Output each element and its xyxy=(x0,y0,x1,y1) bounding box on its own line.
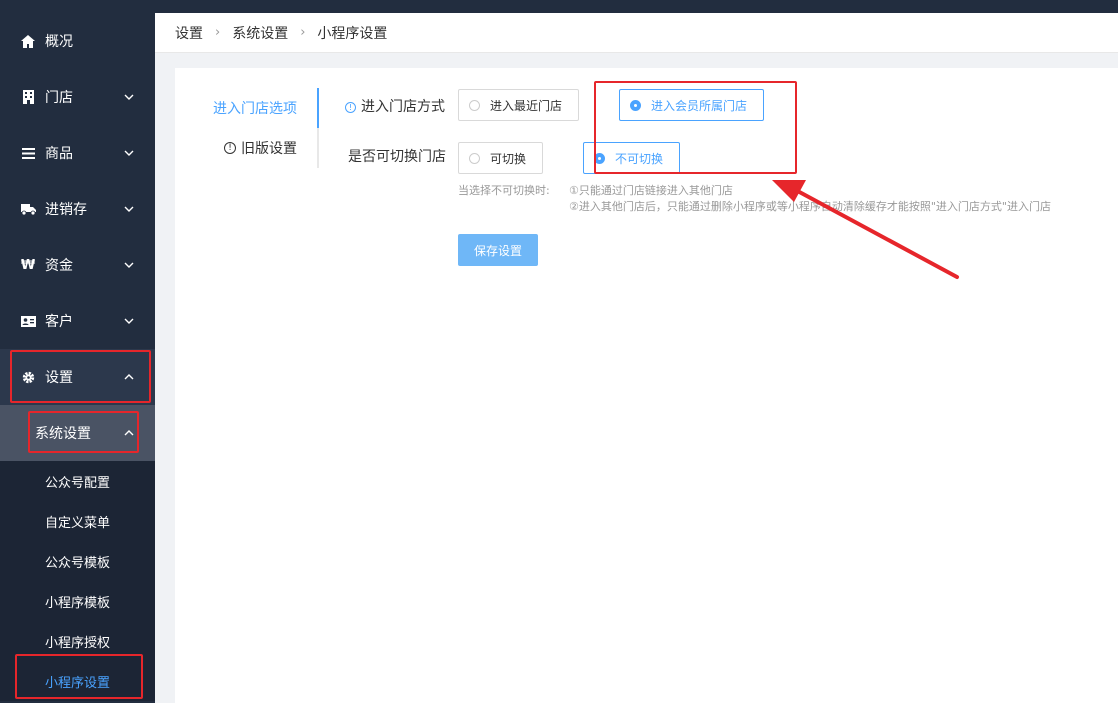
breadcrumb-item[interactable]: 系统设置 xyxy=(232,23,288,43)
radio-circle-checked xyxy=(594,152,605,164)
hint-prefix: 当选择不可切换时: xyxy=(458,184,550,197)
chevron-right-icon: › xyxy=(215,25,221,40)
enter-store-row: ! 进入门店方式 xyxy=(345,96,445,116)
info-icon: ! xyxy=(345,101,356,113)
radio-enter-nearest-store[interactable]: 进入最近门店 xyxy=(458,89,579,121)
radio-circle xyxy=(469,99,480,111)
chevron-down-icon xyxy=(124,318,134,324)
chevron-up-icon xyxy=(124,430,134,436)
enter-store-label: ! 进入门店方式 xyxy=(345,96,445,116)
breadcrumb-item-current: 小程序设置 xyxy=(317,25,388,42)
sidebar-item-label: 进销存 xyxy=(45,202,87,218)
submenu-item-miniprogram-template[interactable]: 小程序模板 xyxy=(0,581,155,621)
breadcrumb: 设置 › 系统设置 › 小程序设置 xyxy=(155,13,1118,53)
radio-enter-member-store[interactable]: 进入会员所属门店 xyxy=(619,89,764,121)
submenu-label: 系统设置 xyxy=(35,426,91,442)
radio-circle-checked xyxy=(630,99,641,111)
info-icon: ! xyxy=(224,142,236,154)
chevron-right-icon: › xyxy=(300,25,306,40)
submenu-item-official-template[interactable]: 公众号模板 xyxy=(0,541,155,581)
radio-circle xyxy=(469,152,480,164)
chevron-down-icon xyxy=(124,206,134,212)
sidebar-item-label: 设置 xyxy=(45,370,73,386)
hint-line: ①只能通过门店链接进入其他门店 xyxy=(569,184,733,197)
sidebar-item-label: 资金 xyxy=(45,258,73,274)
sidebar-item-funds[interactable]: ₩ 资金 xyxy=(0,237,155,293)
hint-line: ②进入其他门店后，只能通过删除小程序或等小程序自动清除缓存才能按照"进入门店方式… xyxy=(569,200,1051,213)
chevron-down-icon xyxy=(124,262,134,268)
sidebar-item-overview[interactable]: 概况 xyxy=(0,13,155,69)
top-bar xyxy=(0,0,1118,13)
id-card-icon xyxy=(20,313,36,329)
submenu-list: 公众号配置 自定义菜单 公众号模板 小程序模板 小程序授权 小程序设置 xyxy=(0,461,155,701)
settings-panel: 进入门店选项 ! 旧版设置 ! 进入门店方式 进入最近门店 进入会员所属门店 是否… xyxy=(175,68,1118,703)
home-icon xyxy=(20,33,36,49)
submenu-item-miniprogram-auth[interactable]: 小程序授权 xyxy=(0,621,155,661)
sidebar: 概况 门店 商品 进销存 ₩ 资金 客户 设置 系统设置 公众号配置 自定义菜单… xyxy=(0,13,155,703)
tab-label: 旧版设置 xyxy=(241,141,297,157)
submenu-item-official-config[interactable]: 公众号配置 xyxy=(0,461,155,501)
sidebar-item-inventory[interactable]: 进销存 xyxy=(0,181,155,237)
chevron-up-icon xyxy=(124,374,134,380)
save-settings-button[interactable]: 保存设置 xyxy=(458,234,538,266)
submenu-item-miniprogram-settings[interactable]: 小程序设置 xyxy=(0,661,155,701)
settings-tabs: 进入门店选项 ! 旧版设置 xyxy=(175,88,319,168)
sidebar-item-settings[interactable]: 设置 xyxy=(0,349,155,405)
tab-legacy-settings[interactable]: ! 旧版设置 xyxy=(175,128,319,168)
radio-not-switchable[interactable]: 不可切换 xyxy=(583,142,680,174)
sidebar-item-goods[interactable]: 商品 xyxy=(0,125,155,181)
chevron-down-icon xyxy=(124,94,134,100)
sidebar-submenu-system-settings[interactable]: 系统设置 xyxy=(0,405,155,461)
sidebar-item-label: 门店 xyxy=(45,90,73,106)
tab-enter-store-options[interactable]: 进入门店选项 xyxy=(175,88,319,128)
sidebar-item-label: 概况 xyxy=(45,34,73,50)
sidebar-item-label: 客户 xyxy=(45,314,73,330)
won-icon: ₩ xyxy=(20,257,36,273)
sidebar-item-label: 商品 xyxy=(45,146,73,162)
truck-icon xyxy=(20,201,36,217)
breadcrumb-item[interactable]: 设置 xyxy=(175,23,203,43)
sidebar-item-store[interactable]: 门店 xyxy=(0,69,155,125)
store-icon xyxy=(20,89,36,105)
sidebar-item-customer[interactable]: 客户 xyxy=(0,293,155,349)
switch-store-label: 是否可切换门店 xyxy=(348,149,446,165)
list-icon xyxy=(20,145,36,161)
chevron-down-icon xyxy=(124,150,134,156)
radio-switchable[interactable]: 可切换 xyxy=(458,142,543,174)
submenu-item-custom-menu[interactable]: 自定义菜单 xyxy=(0,501,155,541)
gear-icon xyxy=(20,369,36,385)
switch-store-row: 是否可切换门店 xyxy=(348,146,446,166)
tab-label: 进入门店选项 xyxy=(213,101,297,117)
